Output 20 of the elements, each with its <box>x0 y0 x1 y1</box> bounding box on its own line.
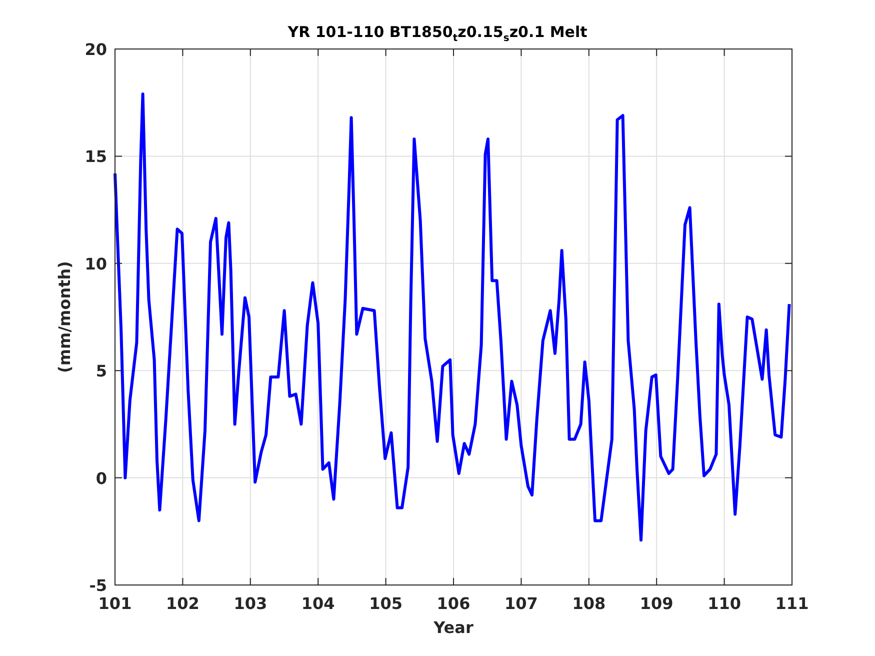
tick-label: 110 <box>708 594 741 613</box>
tick-label: -5 <box>89 576 107 595</box>
tick-label: 103 <box>234 594 268 613</box>
tick-label: 15 <box>84 147 107 166</box>
tick-label: 102 <box>166 594 200 613</box>
tick-label: 5 <box>96 362 107 381</box>
tick-label: 111 <box>775 594 809 613</box>
tick-label: 0 <box>96 468 107 488</box>
axis-title: Year <box>434 618 474 637</box>
tick-label: 10 <box>84 254 107 274</box>
tick-label: 101 <box>98 594 132 613</box>
tick-label: 109 <box>640 594 674 613</box>
tick-label: 20 <box>84 40 107 59</box>
chart-title: YR 101-110 BT1850$_{t}$z0.15$_{s}$z0.1 Melt <box>288 22 588 44</box>
tick-label: 108 <box>572 594 606 613</box>
tick-label: 106 <box>436 594 470 613</box>
axis-title: (mm/month) <box>55 261 74 373</box>
tick-label: 104 <box>301 594 335 613</box>
tick-label: 105 <box>369 594 402 613</box>
tick-label: 107 <box>504 594 538 613</box>
